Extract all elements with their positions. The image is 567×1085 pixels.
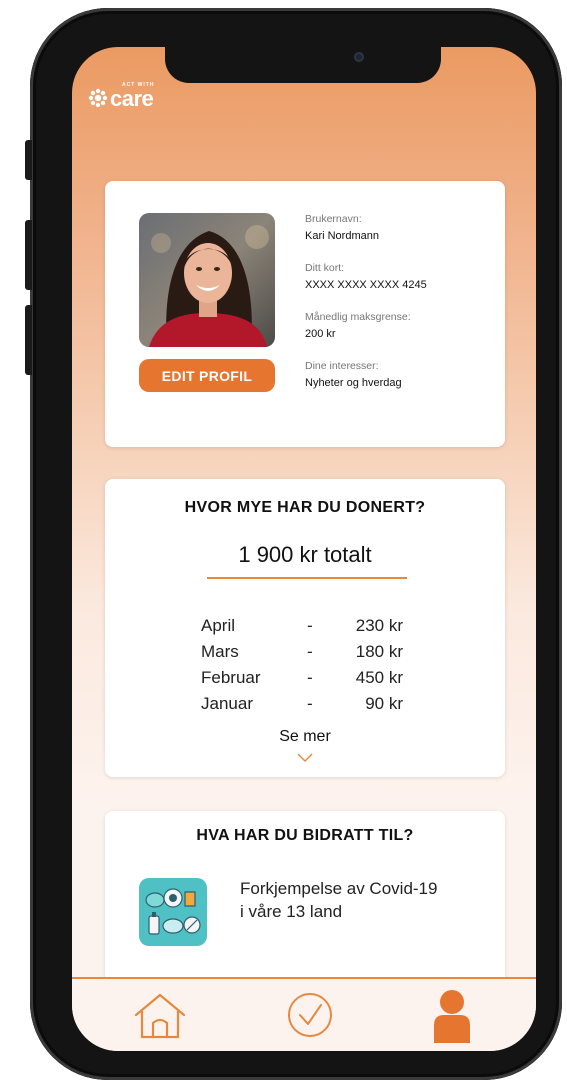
contribution-description[interactable]: Forkjempelse av Covid-19 i våre 13 land xyxy=(240,877,500,923)
month-separator: - xyxy=(307,694,313,713)
total-underline xyxy=(207,577,407,579)
volume-down-button xyxy=(25,305,32,375)
front-camera xyxy=(354,52,364,62)
list-item: April - 230 kr xyxy=(201,613,411,639)
monthly-limit-value: 200 kr xyxy=(305,328,336,340)
monthly-limit-label: Månedlig maksgrense: xyxy=(305,311,411,323)
profile-photo xyxy=(139,213,275,347)
interests-label: Dine interesser: xyxy=(305,360,379,372)
see-more-link[interactable]: Se mer xyxy=(105,728,505,746)
month-separator: - xyxy=(307,616,313,635)
profile-info: Brukernavn: Kari Nordmann Ditt kort: XXX… xyxy=(305,213,495,409)
month-amount: 180 kr xyxy=(355,642,403,661)
card-label: Ditt kort: xyxy=(305,262,345,274)
flower-logo-icon xyxy=(88,88,108,108)
logo-wordmark: care xyxy=(110,86,154,111)
interests-row: Dine interesser: Nyheter og hverdag xyxy=(305,360,495,389)
profile-card: EDIT PROFIL Brukernavn: Kari Nordmann Di… xyxy=(105,181,505,447)
username-label: Brukernavn: xyxy=(305,213,362,225)
donation-total: 1 900 kr totalt xyxy=(238,542,372,567)
month-separator: - xyxy=(307,642,313,661)
month-amount: 450 kr xyxy=(355,668,403,687)
month-name: Februar xyxy=(201,668,261,687)
list-item: Februar - 450 kr xyxy=(201,665,411,691)
username-value: Kari Nordmann xyxy=(305,230,379,242)
home-icon[interactable] xyxy=(132,991,188,1039)
check-circle-icon[interactable] xyxy=(286,991,334,1039)
month-name: Januar xyxy=(201,694,253,713)
profile-avatar xyxy=(139,213,275,347)
month-separator: - xyxy=(307,668,313,687)
list-item: Januar - 90 kr xyxy=(201,691,411,717)
card-row: Ditt kort: XXXX XXXX XXXX 4245 xyxy=(305,262,495,291)
monthly-donations-list: April - 230 kr Mars - 180 kr Februar - 4… xyxy=(201,613,411,717)
covid-supplies-icon xyxy=(139,878,207,946)
list-item: Mars - 180 kr xyxy=(201,639,411,665)
volume-up-button xyxy=(25,220,32,290)
app-screen: ACT WITH care EDIT PROFIL Brukernavn: Ka… xyxy=(72,47,536,1051)
chevron-down-icon[interactable] xyxy=(297,753,313,763)
monthly-limit-row: Månedlig maksgrense: 200 kr xyxy=(305,311,495,340)
month-amount: 230 kr xyxy=(355,616,403,635)
interests-value: Nyheter og hverdag xyxy=(305,377,402,389)
edit-profile-button[interactable]: EDIT PROFIL xyxy=(139,359,275,392)
phone-notch xyxy=(165,47,441,83)
bottom-navigation xyxy=(72,977,536,1051)
contributions-title: HVA HAR DU BIDRATT TIL? xyxy=(196,827,414,844)
donation-summary-card: HVOR MYE HAR DU DONERT? 1 900 kr totalt … xyxy=(105,479,505,777)
username-row: Brukernavn: Kari Nordmann xyxy=(305,213,495,242)
profile-icon[interactable] xyxy=(432,989,472,1043)
contribution-line-2: i våre 13 land xyxy=(240,902,343,921)
donation-title: HVOR MYE HAR DU DONERT? xyxy=(184,499,426,516)
contribution-line-1: Forkjempelse av Covid-19 xyxy=(240,879,438,898)
mute-switch xyxy=(25,140,32,180)
card-value: XXXX XXXX XXXX 4245 xyxy=(305,279,427,291)
month-amount: 90 kr xyxy=(365,694,403,713)
month-name: April xyxy=(201,616,236,635)
act-with-care-logo[interactable]: ACT WITH care xyxy=(88,83,154,110)
month-name: Mars xyxy=(201,642,239,661)
